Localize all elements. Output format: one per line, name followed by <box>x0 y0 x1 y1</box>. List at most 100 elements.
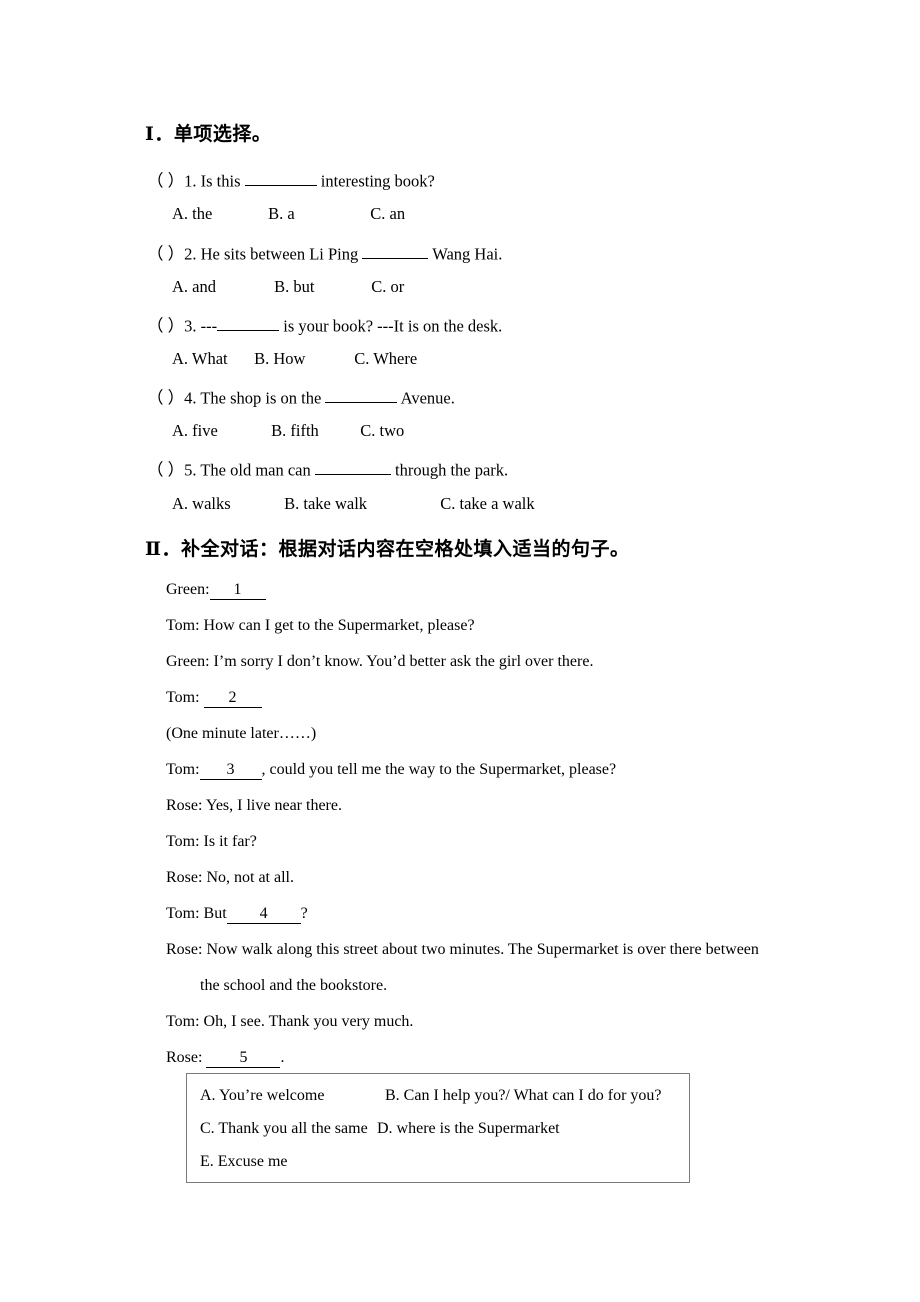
question-3-number: 3. <box>184 316 197 336</box>
question-5-blank[interactable] <box>314 457 391 476</box>
question-1-options: A. the B. a C. an <box>172 204 405 224</box>
question-1-blank[interactable] <box>244 168 317 187</box>
dialogue-blank-4[interactable]: 4 <box>226 905 301 924</box>
dialogue-blank-5[interactable]: 5 <box>206 1049 281 1068</box>
question-2-options: A. and B. but C. or <box>172 277 404 297</box>
question-1-option-b[interactable]: B. a <box>268 204 366 224</box>
answer-option-b[interactable]: B. Can I help you?/ What can I do for yo… <box>385 1086 662 1105</box>
dialogue-speaker-tom-3: Tom: <box>166 761 200 778</box>
dialogue-speaker-green: Green: <box>166 581 210 598</box>
question-4-option-b[interactable]: B. fifth <box>271 421 356 441</box>
question-2-blank[interactable] <box>362 241 429 260</box>
question-4-blank[interactable] <box>325 385 398 404</box>
question-3-options: A. What B. How C. Where <box>172 349 417 369</box>
answer-paren-1[interactable]: （ ） <box>147 171 184 191</box>
dialogue-line-1: Green: 1 <box>166 580 266 600</box>
question-3-option-a[interactable]: A. What <box>172 349 250 369</box>
dialogue-speaker-green-2: Green: <box>166 653 210 670</box>
question-1-option-c[interactable]: C. an <box>370 204 405 224</box>
dialogue-line-11: Rose: Now walk along this street about t… <box>166 940 759 959</box>
question-3-stem: （ ）3. --- is your book? ---It is on the … <box>147 313 502 336</box>
dialogue-line-9: Rose: No, not at all. <box>166 868 294 887</box>
answer-options-box: A. You’re welcome B. Can I help you?/ Wh… <box>186 1073 690 1183</box>
question-5-stem-before: The old man can <box>200 460 311 480</box>
question-5-options: A. walks B. take walk C. take a walk <box>172 494 535 514</box>
dialogue-speaker-rose: Rose: <box>166 797 203 814</box>
dialogue-text-9: No, not at all. <box>206 869 294 886</box>
dialogue-speaker-tom-6: Tom: <box>166 1013 200 1030</box>
dialogue-speaker-tom-2: Tom: <box>166 689 200 706</box>
answer-paren-4[interactable]: （ ） <box>147 388 184 408</box>
answer-option-d[interactable]: D. where is the Supermarket <box>377 1119 560 1138</box>
dialogue-line-11-wrapped: the school and the bookstore. <box>200 976 387 995</box>
dialogue-line-13: Tom: Oh, I see. Thank you very much. <box>166 1012 413 1031</box>
dialogue-blank-1[interactable]: 1 <box>209 581 266 600</box>
question-4-options: A. five B. fifth C. two <box>172 421 404 441</box>
dialogue-text-12: the school and the bookstore. <box>200 977 388 994</box>
question-5-option-a[interactable]: A. walks <box>172 494 280 514</box>
section-2-heading: Ⅱ．补全对话：根据对话内容在空格处填入适当的句子。 <box>145 539 630 560</box>
answer-option-e[interactable]: E. Excuse me <box>200 1152 288 1171</box>
answer-paren-5[interactable]: （ ） <box>147 460 184 480</box>
question-3-stem-before: --- <box>200 316 218 336</box>
question-3-option-b[interactable]: B. How <box>254 349 350 369</box>
question-3-option-c[interactable]: C. Where <box>354 349 417 369</box>
question-4-stem-before: The shop is on the <box>200 388 322 408</box>
question-5-number: 5. <box>184 460 197 480</box>
question-3-blank[interactable] <box>217 313 280 332</box>
dialogue-text-13: Oh, I see. Thank you very much. <box>203 1013 414 1030</box>
dialogue-stage-direction: (One minute later……) <box>166 724 316 743</box>
dialogue-blank-3[interactable]: 3 <box>199 761 262 780</box>
answer-paren-3[interactable]: （ ） <box>147 316 184 336</box>
question-2-option-b[interactable]: B. but <box>274 277 367 297</box>
dialogue-text-11: Now walk along this street about two min… <box>206 941 759 958</box>
dialogue-blank-2[interactable]: 2 <box>203 689 262 708</box>
question-4-number: 4. <box>184 388 197 408</box>
question-3-stem-after: is your book? ---It is on the desk. <box>283 316 503 336</box>
dialogue-speaker-rose-4: Rose: <box>166 1049 203 1066</box>
dialogue-line-10: Tom: But 4? <box>166 904 308 924</box>
section-1-heading: Ⅰ．单项选择。 <box>145 124 272 145</box>
dialogue-line-3: Green: I’m sorry I don’t know. You’d bet… <box>166 652 593 671</box>
dialogue-line-2: Tom: How can I get to the Supermarket, p… <box>166 616 475 635</box>
question-2-stem-before: He sits between Li Ping <box>200 244 359 264</box>
question-2-number: 2. <box>184 244 197 264</box>
question-1-stem-before: Is this <box>200 171 241 191</box>
dialogue-text-7: Yes, I live near there. <box>205 797 342 814</box>
question-5-stem: （ ）5. The old man can through the park. <box>147 457 508 480</box>
question-4-stem-after: Avenue. <box>400 388 455 408</box>
dialogue-speaker-rose-2: Rose: <box>166 869 203 886</box>
dialogue-speaker-rose-3: Rose: <box>166 941 203 958</box>
question-5-option-b[interactable]: B. take walk <box>284 494 436 514</box>
question-1-option-a[interactable]: A. the <box>172 204 264 224</box>
dialogue-line-14: Rose: 5. <box>166 1048 284 1068</box>
question-1-stem: （ ）1. Is this interesting book? <box>147 168 435 191</box>
answer-paren-2[interactable]: （ ） <box>147 244 184 264</box>
answer-option-a[interactable]: A. You’re welcome <box>200 1086 324 1105</box>
dialogue-speaker-tom-4: Tom: <box>166 833 200 850</box>
question-1-stem-after: interesting book? <box>320 171 435 191</box>
dialogue-text-10-before: But <box>203 905 227 922</box>
dialogue-text-5: (One minute later……) <box>166 725 317 742</box>
dialogue-text-2: How can I get to the Supermarket, please… <box>203 617 475 634</box>
question-2-option-c[interactable]: C. or <box>371 277 404 297</box>
dialogue-line-8: Tom: Is it far? <box>166 832 257 851</box>
question-5-option-c[interactable]: C. take a walk <box>440 494 534 514</box>
dialogue-line-6: Tom: 3, could you tell me the way to the … <box>166 760 616 780</box>
dialogue-line-4: Tom: 2 <box>166 688 262 708</box>
dialogue-line-7: Rose: Yes, I live near there. <box>166 796 342 815</box>
question-2-stem: （ ）2. He sits between Li Ping Wang Hai. <box>147 241 502 264</box>
question-1-number: 1. <box>184 171 197 191</box>
answer-option-c[interactable]: C. Thank you all the same <box>200 1119 368 1138</box>
question-4-option-c[interactable]: C. two <box>360 421 404 441</box>
dialogue-text-3: I’m sorry I don’t know. You’d better ask… <box>213 653 594 670</box>
question-2-stem-after: Wang Hai. <box>432 244 503 264</box>
dialogue-text-6-after: , could you tell me the way to the Super… <box>261 761 617 778</box>
question-4-option-a[interactable]: A. five <box>172 421 267 441</box>
question-2-option-a[interactable]: A. and <box>172 277 270 297</box>
dialogue-text-14-after: . <box>280 1049 285 1066</box>
dialogue-text-10-after: ? <box>300 905 308 922</box>
dialogue-text-8: Is it far? <box>203 833 257 850</box>
dialogue-speaker-tom-5: Tom: <box>166 905 200 922</box>
worksheet-page: Ⅰ．单项选择。 （ ）1. Is this interesting book? … <box>0 0 920 1302</box>
